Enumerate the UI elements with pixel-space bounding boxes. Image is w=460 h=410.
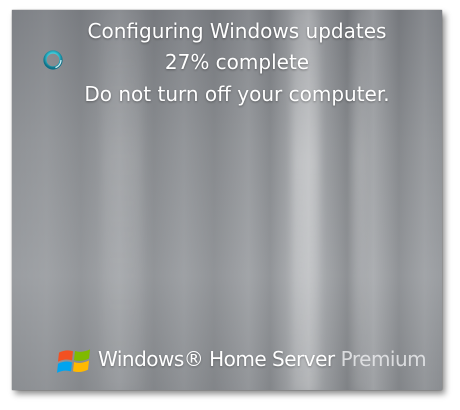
edition-name: Premium — [340, 347, 427, 371]
product-branding: Windows® Home Server Premium — [56, 342, 427, 376]
update-screen: Configuring Windows updates 27% complete… — [12, 10, 442, 390]
product-name: Windows® Home Server — [98, 347, 335, 371]
status-title: Configuring Windows updates — [87, 19, 387, 43]
progress-text: 27% complete — [164, 50, 310, 74]
warning-text: Do not turn off your computer. — [84, 82, 390, 106]
windows-flag-icon — [57, 349, 90, 373]
screenshot-frame: Configuring Windows updates 27% complete… — [0, 0, 460, 410]
